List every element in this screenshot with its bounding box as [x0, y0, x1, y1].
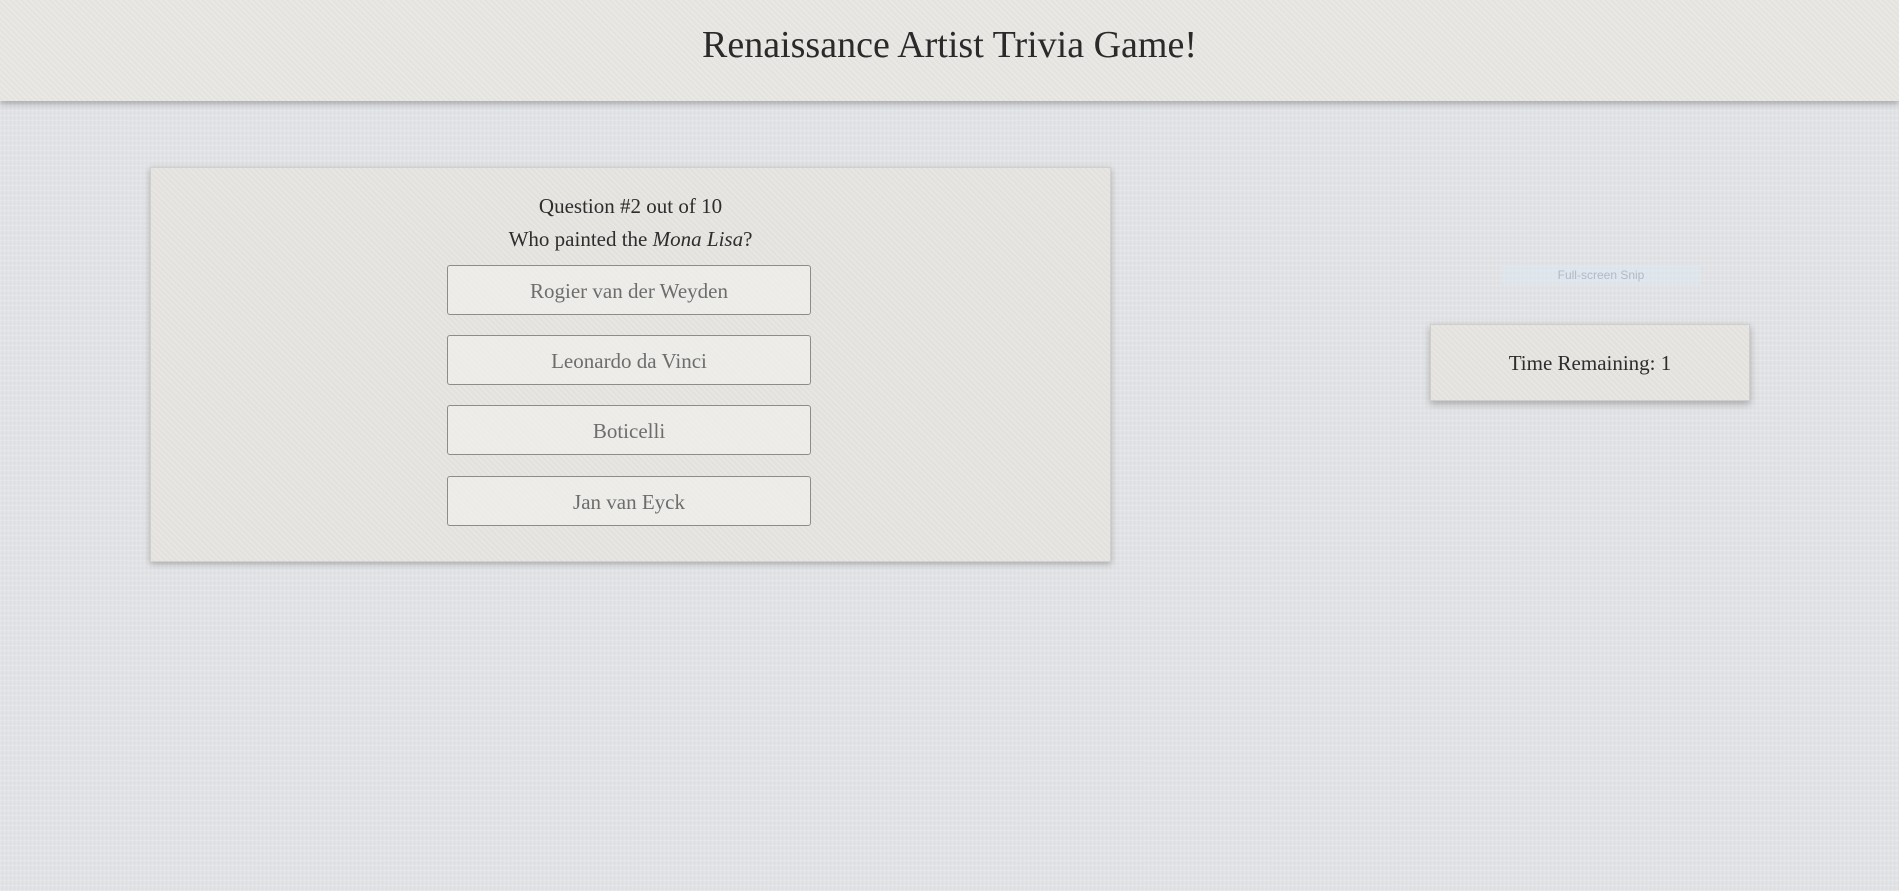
page-header: Renaissance Artist Trivia Game! — [0, 0, 1899, 101]
timer-display: Time Remaining: 1 — [1430, 324, 1750, 401]
answer-button-3[interactable]: Boticelli — [447, 405, 811, 455]
answer-button-1[interactable]: Rogier van der Weyden — [447, 265, 811, 315]
page-title: Renaissance Artist Trivia Game! — [702, 24, 1197, 66]
question-artwork-title: Mona Lisa — [652, 227, 744, 251]
question-suffix: ? — [743, 227, 753, 251]
question-card: Question #2 out of 10 Who painted the Mo… — [150, 167, 1111, 562]
answer-button-2[interactable]: Leonardo da Vinci — [447, 335, 811, 385]
question-counter: Question #2 out of 10 — [538, 194, 723, 218]
question-text: Who painted the Mona Lisa? — [151, 226, 1110, 252]
fullscreen-snip-overlay[interactable]: Full-screen Snip — [1502, 265, 1700, 285]
answer-button-4[interactable]: Jan van Eyck — [447, 476, 811, 526]
question-prefix: Who painted the — [508, 227, 653, 251]
